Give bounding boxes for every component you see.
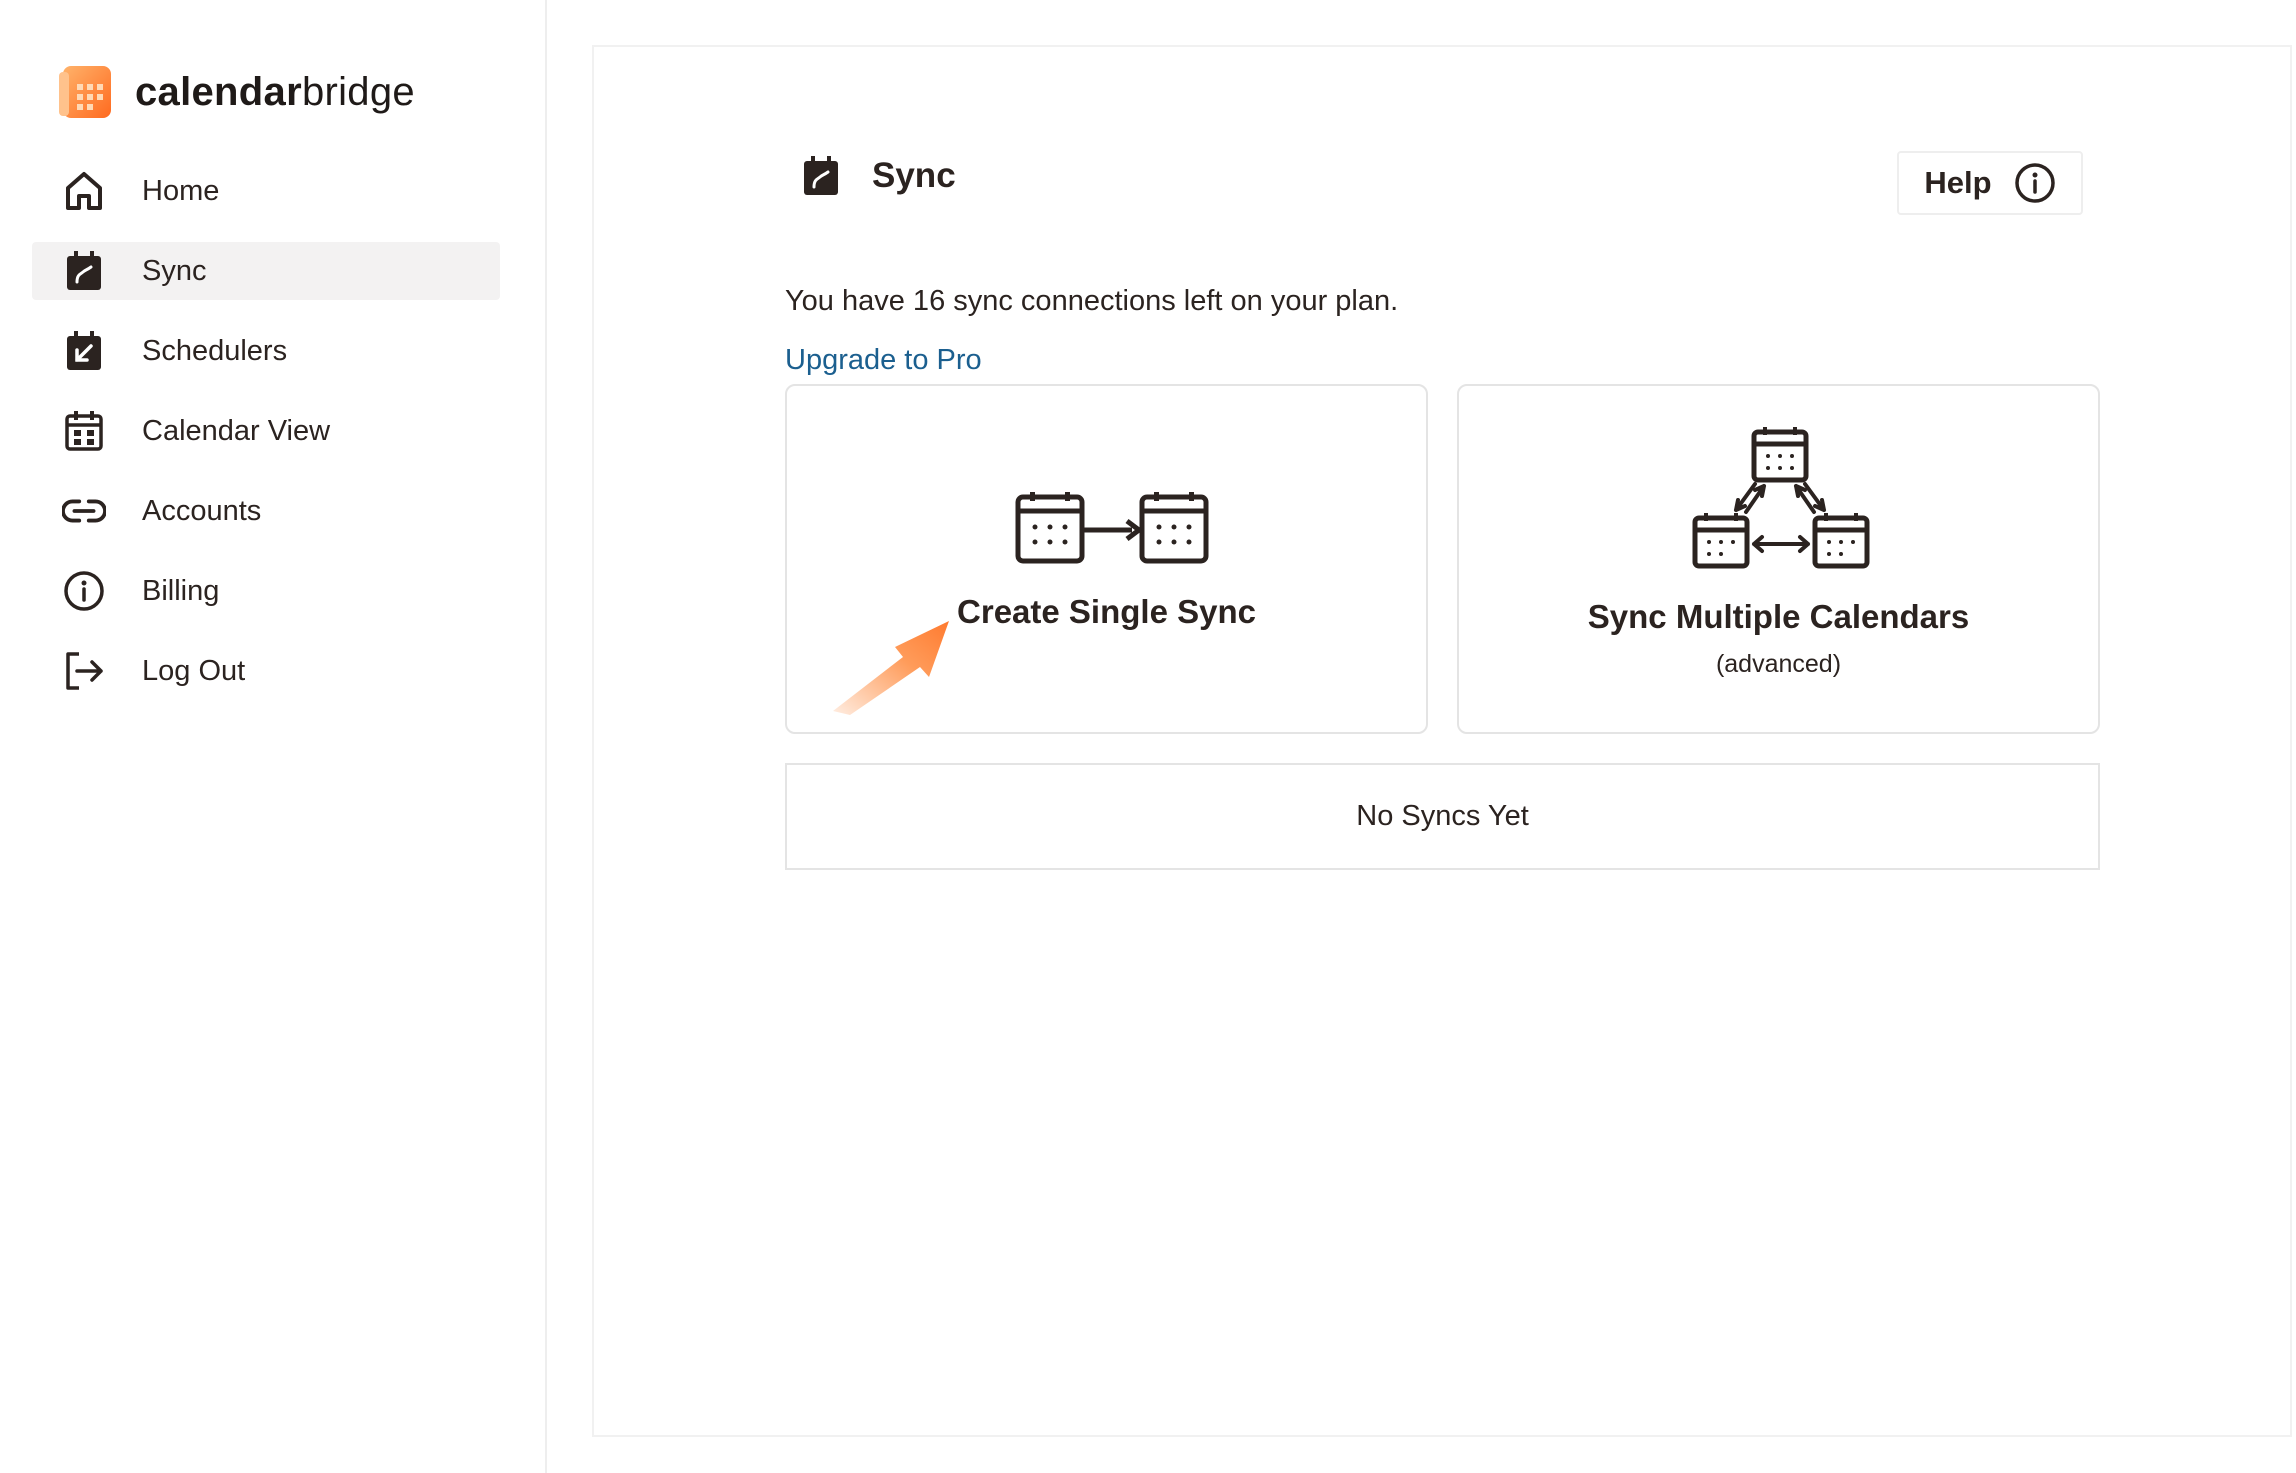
sidebar-item-sync[interactable]: Sync [32, 242, 500, 300]
multi-sync-icon [1692, 427, 1870, 569]
brand-logo[interactable]: calendarbridge [59, 60, 415, 124]
card-subtitle: (advanced) [1715, 650, 1842, 678]
calendar-icon [62, 409, 106, 453]
main-panel [592, 45, 2292, 1437]
plan-message: You have 16 sync connections left on you… [785, 285, 1399, 317]
sidebar-item-calendar-view[interactable]: Calendar View [32, 402, 500, 460]
pointer-arrow-icon [833, 621, 949, 715]
sidebar-item-billing[interactable]: Billing [32, 562, 500, 620]
sidebar-item-label: Calendar View [142, 414, 331, 447]
sidebar-item-label: Billing [142, 574, 220, 607]
sidebar-item-log-out[interactable]: Log Out [32, 642, 500, 700]
help-label: Help [1924, 165, 1992, 200]
logo-icon [59, 66, 111, 118]
sidebar: calendarbridge Home Sync Schedulers Cale… [0, 0, 547, 1473]
home-icon [62, 169, 106, 213]
sidebar-item-home[interactable]: Home [32, 162, 500, 220]
sidebar-item-accounts[interactable]: Accounts [32, 482, 500, 540]
upgrade-link[interactable]: Upgrade to Pro [785, 344, 982, 377]
help-button[interactable]: Help [1897, 151, 2083, 215]
sidebar-item-schedulers[interactable]: Schedulers [32, 322, 500, 380]
info-icon [2014, 163, 2055, 203]
sidebar-item-label: Accounts [142, 494, 262, 527]
card-title: Sync Multiple Calendars [1587, 598, 1970, 635]
page-header: Sync [800, 155, 956, 197]
sidebar-item-label: Schedulers [142, 334, 288, 367]
sync-calendar-icon [804, 156, 838, 195]
brand-name-bold: calendar [135, 69, 302, 114]
brand-name: calendarbridge [135, 70, 415, 115]
scheduler-icon [62, 329, 106, 373]
sync-calendar-icon [62, 249, 106, 293]
info-icon [62, 569, 106, 613]
link-icon [62, 489, 106, 533]
sidebar-item-label: Home [142, 174, 220, 207]
sidebar-item-label: Log Out [142, 654, 246, 687]
logout-icon [62, 649, 106, 693]
single-sync-icon [1015, 492, 1209, 564]
page-title: Sync [872, 156, 956, 195]
empty-state-label: No Syncs Yet [1356, 800, 1529, 832]
sync-multiple-calendars-card[interactable]: Sync Multiple Calendars (advanced) [1457, 384, 2100, 734]
syncs-empty-state: No Syncs Yet [785, 763, 2100, 870]
brand-name-light: bridge [301, 69, 415, 114]
sidebar-item-label: Sync [142, 254, 207, 287]
